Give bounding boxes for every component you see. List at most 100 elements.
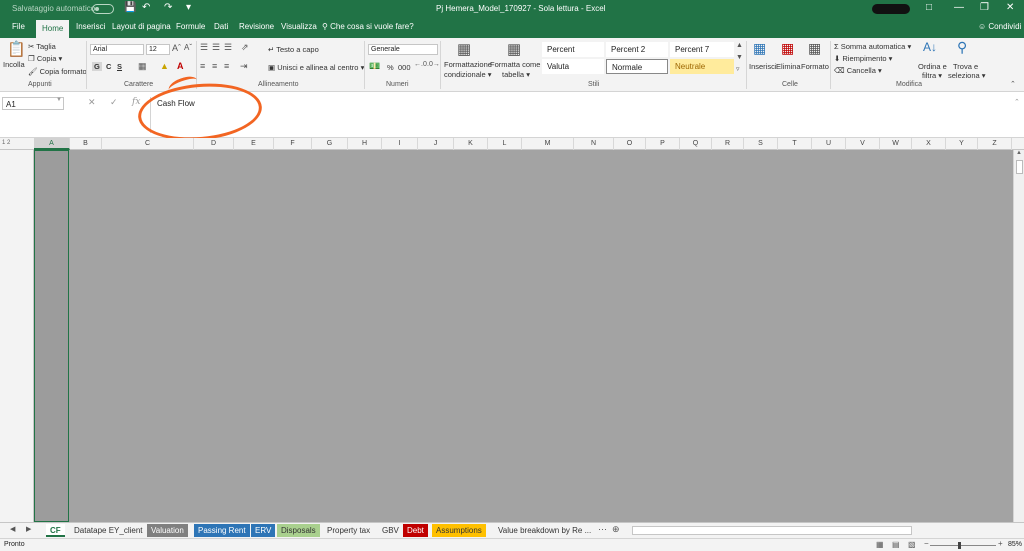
column-header[interactable]: W: [880, 138, 912, 150]
insert-cells-icon[interactable]: ▦: [753, 40, 766, 57]
vertical-scrollbar[interactable]: ▲: [1013, 150, 1024, 522]
sort-filter-button[interactable]: filtra ▾: [922, 71, 942, 80]
column-header[interactable]: C: [102, 138, 194, 150]
styles-more-icon[interactable]: ▿: [736, 65, 740, 73]
sheet-tab-passing-rent[interactable]: Passing Rent: [194, 524, 250, 537]
shrink-font-icon[interactable]: Aˇ: [184, 43, 192, 52]
sheet-tab-assumptions[interactable]: Assumptions: [432, 524, 486, 537]
column-header[interactable]: P: [646, 138, 680, 150]
column-header[interactable]: O: [614, 138, 646, 150]
user-account-redacted[interactable]: [872, 4, 910, 14]
next-sheet-icon[interactable]: ▶: [26, 525, 31, 533]
style-percent[interactable]: Percent: [542, 42, 604, 57]
paste-button[interactable]: Incolla: [3, 60, 25, 69]
restore-icon[interactable]: ❐: [980, 2, 989, 13]
insert-cells-button[interactable]: Inserisci: [749, 62, 777, 71]
align-left-icon[interactable]: ≡: [200, 61, 205, 71]
cancel-icon[interactable]: ✕: [88, 97, 96, 108]
column-header[interactable]: S: [744, 138, 778, 150]
tab-home[interactable]: Home: [36, 20, 70, 38]
tab-formulas[interactable]: Formule: [176, 22, 205, 31]
orientation-icon[interactable]: ⇗: [241, 42, 249, 53]
zoom-slider-knob[interactable]: [958, 542, 961, 549]
column-header[interactable]: G: [312, 138, 348, 150]
column-header[interactable]: M: [522, 138, 574, 150]
column-header[interactable]: T: [778, 138, 812, 150]
italic-button[interactable]: C: [106, 62, 111, 71]
borders-icon[interactable]: ▦: [138, 61, 147, 72]
column-header[interactable]: F: [274, 138, 312, 150]
format-as-table-button[interactable]: tabella ▾: [502, 70, 530, 79]
close-icon[interactable]: ✕: [1006, 2, 1014, 13]
sheet-options-icon[interactable]: ⋯: [598, 524, 607, 535]
name-box-dropdown-icon[interactable]: ▼: [56, 97, 62, 103]
clear-button[interactable]: ⌫ Cancella ▾: [834, 66, 882, 75]
worksheet-grid[interactable]: [34, 150, 1013, 522]
tab-insert[interactable]: Inserisci: [76, 22, 105, 31]
grow-font-icon[interactable]: Aˆ: [172, 43, 181, 53]
column-header[interactable]: Q: [680, 138, 712, 150]
autosum-button[interactable]: Σ Somma automatica ▾: [834, 42, 911, 51]
font-color-icon[interactable]: A: [177, 61, 184, 71]
fill-button[interactable]: ⬇ Riempimento ▾: [834, 54, 892, 63]
zoom-in-icon[interactable]: +: [998, 539, 1003, 548]
conditional-formatting-icon[interactable]: ▦: [457, 40, 471, 58]
column-header[interactable]: X: [912, 138, 946, 150]
collapse-ribbon-icon[interactable]: ⌃: [1010, 80, 1016, 88]
merge-center-button[interactable]: ▣ Unisci e allinea al centro ▾: [268, 63, 364, 72]
align-center-icon[interactable]: ≡: [212, 61, 217, 71]
align-top-icon[interactable]: ☰: [200, 42, 208, 53]
sheet-tab-valuation[interactable]: Valuation: [147, 524, 188, 537]
page-layout-view-icon[interactable]: ▤: [892, 540, 900, 549]
underline-button[interactable]: S: [117, 62, 122, 71]
accounting-format-icon[interactable]: 💵: [369, 61, 380, 72]
column-header[interactable]: J: [418, 138, 454, 150]
scroll-thumb[interactable]: [1016, 160, 1023, 174]
minimize-icon[interactable]: —: [954, 2, 964, 13]
sort-filter-icon[interactable]: A↓: [923, 40, 937, 54]
find-select-icon[interactable]: ⚲: [957, 39, 967, 56]
paste-icon[interactable]: 📋: [7, 40, 26, 58]
prev-sheet-icon[interactable]: ◀: [10, 525, 15, 533]
column-header[interactable]: E: [234, 138, 274, 150]
autosave-toggle[interactable]: [92, 4, 114, 14]
column-header[interactable]: R: [712, 138, 744, 150]
decrease-decimal-icon[interactable]: .0→: [427, 61, 440, 68]
fill-color-icon[interactable]: ▲: [160, 61, 169, 71]
selected-column-a[interactable]: [34, 150, 69, 522]
column-header[interactable]: D: [194, 138, 234, 150]
align-bottom-icon[interactable]: ☰: [224, 42, 232, 53]
column-header[interactable]: Z: [978, 138, 1012, 150]
font-size-combo[interactable]: 12: [146, 44, 170, 55]
sheet-tab-property-tax[interactable]: Property tax: [323, 524, 374, 537]
tab-view[interactable]: Visualizza: [281, 22, 317, 31]
column-header[interactable]: L: [488, 138, 522, 150]
scroll-up-icon[interactable]: ▲: [1016, 150, 1022, 156]
number-format-combo[interactable]: Generale: [368, 44, 438, 55]
save-icon[interactable]: 💾: [124, 2, 136, 13]
find-select-line-1[interactable]: Trova e: [953, 62, 978, 71]
find-select-button[interactable]: seleziona ▾: [948, 71, 986, 80]
percent-button[interactable]: %: [387, 63, 394, 72]
add-sheet-icon[interactable]: ⊕: [612, 524, 620, 535]
format-painter-button[interactable]: 🖌 Copia formato: [28, 67, 87, 76]
sort-filter-line-1[interactable]: Ordina e: [918, 62, 947, 71]
column-header[interactable]: B: [70, 138, 102, 150]
increase-decimal-icon[interactable]: ←.0: [414, 61, 427, 68]
tab-page-layout[interactable]: Layout di pagina: [112, 22, 171, 31]
name-box[interactable]: A1: [2, 97, 64, 110]
style-percent-2[interactable]: Percent 2: [606, 42, 668, 57]
style-valuta[interactable]: Valuta: [542, 59, 604, 74]
column-header[interactable]: H: [348, 138, 382, 150]
styles-scroll-down-icon[interactable]: ▼: [736, 54, 743, 61]
normal-view-icon[interactable]: ▦: [876, 540, 884, 549]
outline-level-buttons[interactable]: 1 2: [2, 140, 10, 146]
expand-formula-bar-icon[interactable]: ⌃: [1014, 98, 1020, 106]
column-header[interactable]: Y: [946, 138, 978, 150]
insert-function-icon[interactable]: fx: [132, 97, 140, 107]
undo-icon[interactable]: ↶: [142, 2, 150, 13]
cut-button[interactable]: ✂ Taglia: [28, 42, 56, 51]
sheet-tab-debt[interactable]: Debt: [403, 524, 428, 537]
bold-button[interactable]: G: [92, 62, 102, 71]
wrap-text-button[interactable]: ↵ Testo a capo: [268, 45, 319, 54]
